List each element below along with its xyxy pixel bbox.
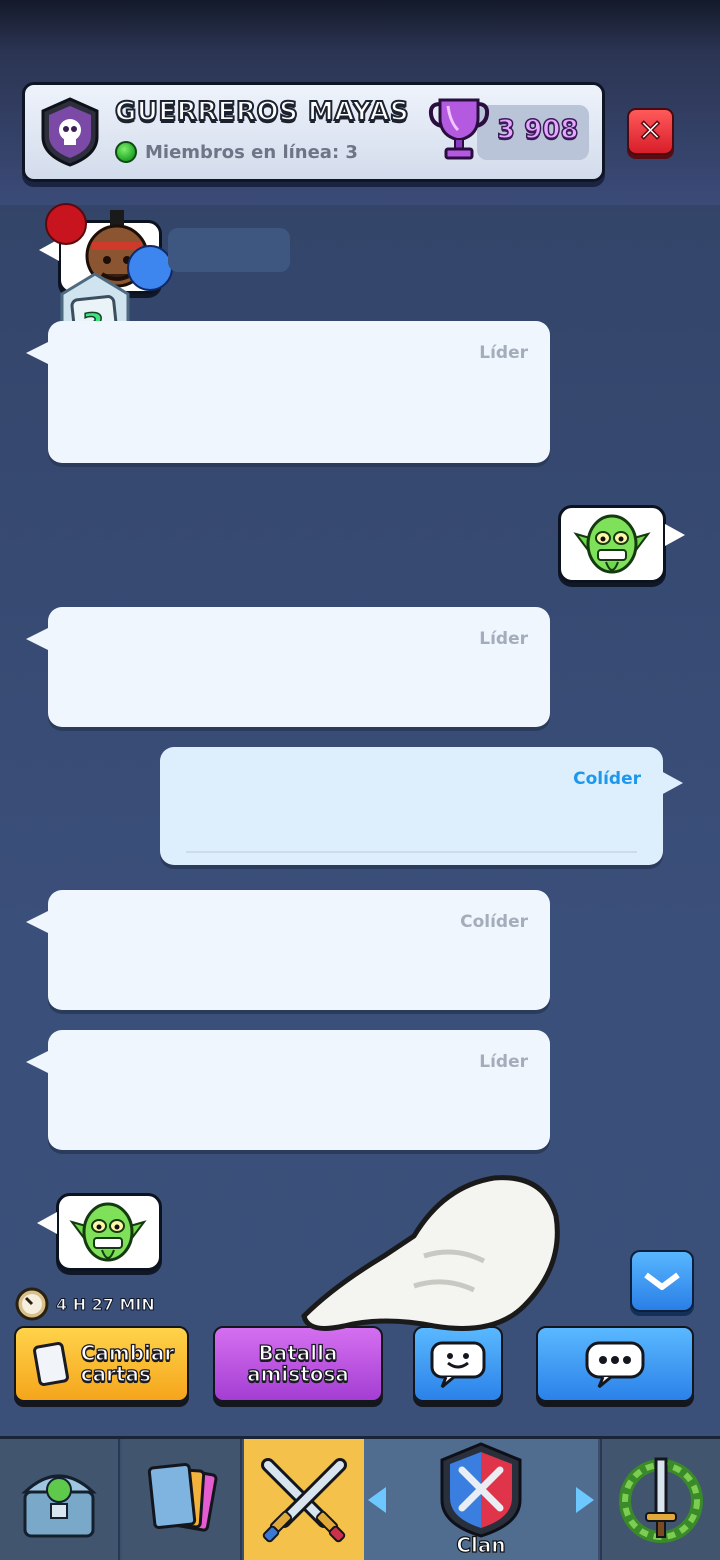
chat-message[interactable]: Líder (26, 321, 550, 463)
friendly-battle-label-1: Batalla (258, 1341, 338, 1365)
card-swap-icon (32, 1341, 69, 1387)
member-role: Líder (479, 629, 528, 649)
member-role: Líder (479, 1052, 528, 1072)
member-role: Colíder (573, 769, 641, 789)
chat-message-mine[interactable]: Colíder (160, 747, 683, 865)
scroll-down-button[interactable] (630, 1250, 694, 1312)
cards-icon (147, 1462, 218, 1532)
goblin-nervous-emote-icon (573, 514, 651, 574)
online-members-row: Miembros en línea: 3 (115, 141, 358, 163)
nav-arrow-left-icon (368, 1487, 386, 1513)
tutorial-pointing-hand-icon (301, 1175, 560, 1331)
clan-name: GUERREROS MAYAS (114, 96, 410, 128)
timer-row: 4 H 27 MIN (14, 1286, 155, 1322)
nav-battle[interactable] (244, 1439, 364, 1560)
events-icon (619, 1457, 703, 1543)
clock-icon (15, 1287, 49, 1321)
emote-icon (430, 1341, 486, 1389)
nav-events[interactable] (600, 1439, 720, 1560)
change-cards-label-1: Cambiar (80, 1341, 175, 1365)
member-role: Líder (479, 343, 528, 363)
clan-badge-icon (41, 97, 99, 167)
close-icon: ✕ (637, 113, 664, 149)
chat-icon (585, 1341, 645, 1389)
chat-message[interactable]: Colíder (26, 890, 550, 1010)
shop-icon (21, 1474, 97, 1538)
online-status-icon (115, 141, 137, 163)
close-button[interactable]: ✕ (627, 108, 674, 155)
online-members-text: Miembros en línea: 3 (145, 141, 358, 163)
nav-clan[interactable]: Clan (364, 1439, 598, 1560)
clan-trophy-count: 3 908 (496, 114, 579, 146)
nav-clan-label: Clan (456, 1532, 506, 1557)
nav-shop[interactable] (0, 1439, 120, 1560)
bottom-nav: Clan (0, 1436, 720, 1560)
member-role: Colíder (460, 912, 528, 932)
chat-message[interactable]: Líder (26, 1030, 550, 1150)
chevron-down-icon (644, 1272, 680, 1290)
trophy-icon (428, 98, 490, 160)
friendly-battle-label-2: amistosa (246, 1362, 349, 1386)
nav-arrow-right-icon (576, 1487, 594, 1513)
change-cards-label-2: cartas (80, 1362, 151, 1386)
name-placeholder (168, 228, 290, 272)
goblin-nervous-emote-icon (69, 1202, 147, 1262)
clan-icon (440, 1442, 522, 1538)
clan-header[interactable]: GUERREROS MAYAS Miembros en línea: 3 3 9… (22, 82, 605, 182)
timer-text: 4 H 27 MIN (56, 1294, 156, 1314)
chat-message[interactable]: Líder (26, 607, 550, 727)
change-cards-button[interactable]: Cambiar cartas (14, 1326, 189, 1402)
nav-cards[interactable] (122, 1439, 242, 1560)
battle-icon (261, 1458, 347, 1543)
